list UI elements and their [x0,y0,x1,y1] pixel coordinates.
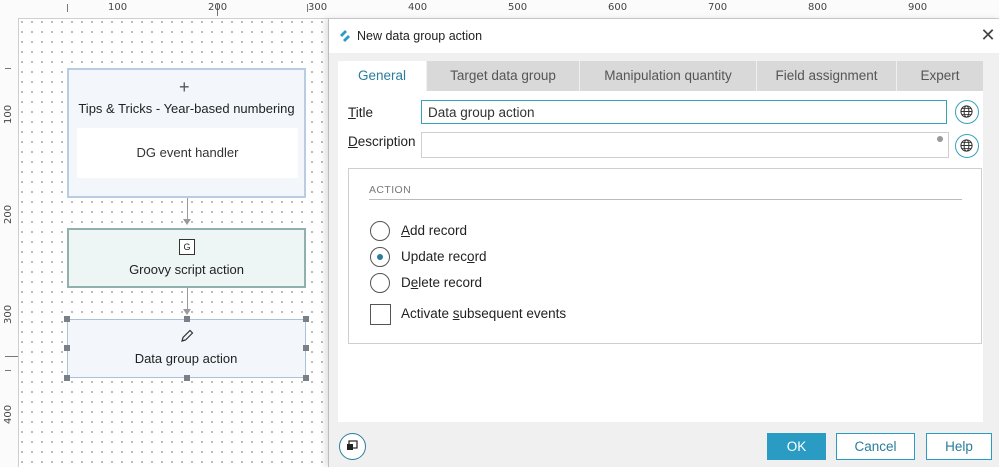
globe-icon [960,139,973,152]
event-handler-node[interactable]: + Tips & Tricks - Year-based numbering D… [67,68,306,198]
ruler-label: 100 [108,2,128,13]
ruler-label: 200 [3,204,14,224]
add-record-radio[interactable] [370,221,390,241]
window-layout-icon [347,440,358,450]
help-button[interactable]: Help [926,433,992,460]
ok-button[interactable]: OK [767,433,826,460]
ruler-label: 100 [3,104,14,124]
resize-handle[interactable] [303,316,309,322]
groovy-script-node[interactable]: G Groovy script action [67,228,306,288]
activate-subsequent-events-label[interactable]: Activate subsequent events [401,306,566,321]
resize-handle[interactable] [64,375,70,381]
ruler-label: 500 [508,2,528,13]
action-group: ACTION Add record Update record Delete r… [348,168,982,344]
close-icon[interactable]: ✕ [979,26,997,44]
tab-target-data-group[interactable]: Target data group [427,61,579,91]
tab-expert[interactable]: Expert [897,61,983,91]
ruler-label: 300 [308,2,328,13]
cancel-button[interactable]: Cancel [836,433,915,460]
ruler-label: 400 [3,404,14,424]
layout-toggle-button[interactable] [339,433,366,460]
ruler-label: 900 [908,2,928,13]
description-label: Description [348,134,416,149]
divider [369,199,962,200]
delete-record-label[interactable]: Delete record [401,275,482,290]
tab-manipulation-quantity[interactable]: Manipulation quantity [580,61,756,91]
connector-arrow [183,219,191,225]
ruler-tick [67,4,68,12]
new-data-group-action-dialog: New data group action ✕ General Target d… [328,19,999,467]
ruler-label: 800 [808,2,828,13]
node-title: Data group action [134,351,238,366]
ruler-label: 300 [3,304,14,324]
groovy-icon: G [179,239,195,255]
action-heading: ACTION [369,184,412,196]
ruler-label: 200 [208,2,228,13]
title-input[interactable] [421,100,947,124]
ruler-tick [5,370,11,371]
textarea-scroll-indicator[interactable] [937,136,943,142]
node-subtitle: DG event handler [77,128,298,178]
update-record-radio[interactable] [370,247,390,267]
resize-handle[interactable] [303,345,309,351]
dialog-title: New data group action [357,29,483,43]
connector-arrow [183,309,191,315]
globe-icon [960,105,973,118]
ruler-tick [5,356,18,357]
resize-handle[interactable] [64,345,70,351]
add-icon[interactable]: + [179,78,190,96]
ruler-label: 700 [708,2,728,13]
pencil-icon [181,329,194,342]
left-ruler: 100 200 300 400 [0,18,19,467]
activate-subsequent-events-checkbox[interactable] [370,304,391,325]
resize-handle[interactable] [184,316,190,322]
translate-description-button[interactable] [955,134,979,158]
node-title: Groovy script action [129,262,244,277]
ruler-label: 400 [408,2,428,13]
resize-handle[interactable] [303,375,309,381]
title-label: Title [348,105,374,120]
translate-title-button[interactable] [955,100,979,124]
node-title: Tips & Tricks - Year-based numbering [78,101,295,116]
data-group-action-node[interactable]: Data group action [67,319,306,378]
description-textarea[interactable] [421,132,949,158]
resize-handle[interactable] [184,375,190,381]
connector-line [187,288,188,310]
connector-line [187,198,188,219]
tab-field-assignment[interactable]: Field assignment [757,61,896,91]
ruler-label: 600 [608,2,628,13]
app-logo-icon [340,30,350,42]
delete-record-radio[interactable] [370,273,390,293]
add-record-label[interactable]: Add record [401,223,467,238]
top-ruler: 100 200 300 400 500 600 700 800 900 [0,0,999,19]
update-record-label[interactable]: Update record [401,249,487,264]
dialog-titlebar: New data group action ✕ [329,19,999,53]
resize-handle[interactable] [64,316,70,322]
ruler-tick [5,68,11,69]
tab-general[interactable]: General [338,61,426,92]
